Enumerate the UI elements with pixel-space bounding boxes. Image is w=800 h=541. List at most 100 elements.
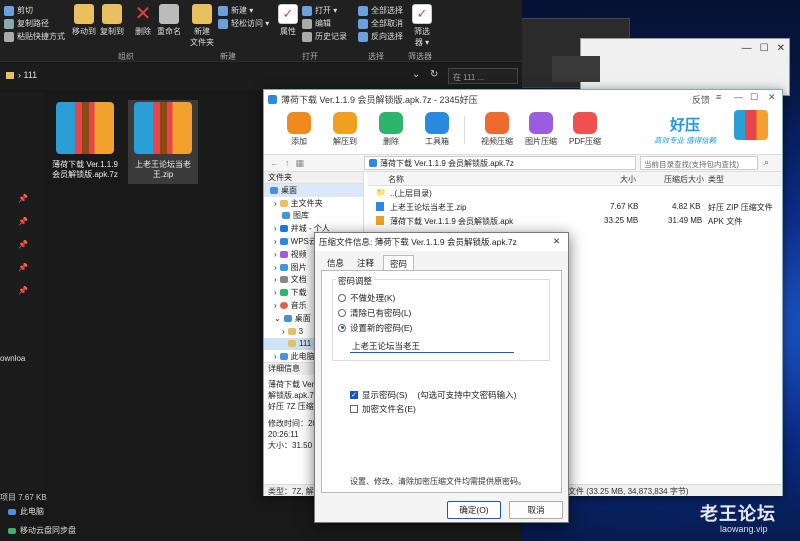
encrypt-filenames-checkbox[interactable]: 加密文件名(E) — [350, 402, 416, 415]
download-folder-icon — [279, 289, 288, 297]
archive-info-dialog[interactable]: 压缩文件信息: 薄荷下载 Ver.1.1.9 会员解锁版.apk.7z ✕ 信息… — [314, 232, 569, 523]
table-row[interactable]: 薄荷下载 Ver.1.1.9 会员解锁版.apk 33.25 MB 31.49 … — [368, 215, 782, 228]
nav-item-downloads[interactable]: ownloa — [0, 354, 25, 363]
background-browser-window[interactable]: — ☐ ✕ — [580, 38, 790, 96]
wps-cloud-icon — [279, 238, 288, 246]
archive-search-input[interactable]: 当前目录查找(支持包内查找) — [640, 156, 758, 170]
file-item-zip-selected[interactable]: 上老王论坛当老王.zip — [128, 100, 198, 184]
watermark-logo: 老王论坛 — [700, 504, 776, 524]
filter-group-label: 筛选器 — [408, 52, 432, 61]
computer-icon — [8, 508, 16, 515]
paste-shortcut-button[interactable]: 粘贴快捷方式 — [4, 30, 65, 43]
brand-logo-text: 好压 — [670, 117, 701, 134]
new-item-button[interactable]: 新建 ▾ — [218, 4, 269, 17]
properties-button[interactable]: ✓ 属性 — [278, 4, 298, 37]
delete-button[interactable]: 删除 — [370, 112, 412, 147]
extract-to-button[interactable]: 解压到 — [324, 112, 366, 147]
apk-file-icon — [376, 216, 384, 225]
radio-no-change[interactable]: 不做处理(K) — [338, 291, 395, 304]
select-none-button[interactable]: 全部取消 — [358, 17, 403, 30]
history-button[interactable]: 历史记录 — [302, 30, 347, 43]
tab-info[interactable]: 信息 — [321, 255, 350, 270]
tree-item-gallery[interactable]: 图库 — [264, 210, 363, 223]
radio-set-password[interactable]: 设置新的密码(E) — [338, 321, 412, 334]
breadcrumb[interactable]: › 111 — [18, 70, 37, 80]
pdf-compress-button[interactable]: PDF压缩 — [564, 112, 606, 147]
filter-check-icon: ✓ — [412, 4, 432, 24]
easy-access-button[interactable]: 轻松访问 ▾ — [218, 17, 269, 30]
folder-tree-header: 文件夹 — [264, 172, 363, 184]
edit-button[interactable]: 编辑 — [302, 17, 347, 30]
video-icon — [485, 112, 509, 134]
nav-item-this-pc[interactable]: 此电脑 — [8, 506, 44, 517]
copy-to-button[interactable]: 复制到 — [100, 4, 124, 37]
refresh-icon[interactable]: ↻ — [430, 69, 438, 80]
toolbar-divider — [464, 116, 465, 144]
dropdown-chevron-icon[interactable]: ⌄ — [412, 69, 420, 80]
feedback-link[interactable]: 反馈 — [692, 93, 710, 106]
column-size[interactable]: 大小 — [620, 174, 636, 185]
image-compress-button[interactable]: 图片压缩 — [520, 112, 562, 147]
radio-clear-password[interactable]: 清除已有密码(L) — [338, 306, 411, 319]
view-icon[interactable]: ▦ — [296, 158, 305, 169]
menu-icon[interactable]: ≡ — [716, 92, 721, 102]
dialog-titlebar: 压缩文件信息: 薄荷下载 Ver.1.1.9 会员解锁版.apk.7z ✕ — [315, 233, 568, 251]
close-icon[interactable]: ✕ — [553, 236, 560, 247]
file-item-7z[interactable]: 薄荷下载 Ver.1.1.9 会员解锁版.apk.7z — [50, 102, 120, 180]
tab-comment[interactable]: 注释 — [351, 255, 380, 270]
show-password-checkbox[interactable]: ✓ 显示密码(S) (勾选可支持中文密码输入) — [350, 388, 517, 401]
filter-button[interactable]: ✓ 筛选 器 ▾ — [412, 4, 432, 48]
open-button[interactable]: 打开 ▾ — [302, 4, 347, 17]
open-icon — [302, 5, 312, 16]
cancel-button[interactable]: 取消 — [509, 501, 563, 519]
tree-item-home[interactable]: › 主文件夹 — [264, 197, 363, 210]
search-icon[interactable]: ⌕ — [764, 157, 769, 168]
select-none-icon — [358, 18, 368, 29]
delete-x-icon: ✕ — [134, 3, 152, 25]
ok-button[interactable]: 确定(O) — [447, 501, 501, 519]
video-compress-button[interactable]: 视频压缩 — [476, 112, 518, 147]
invert-selection-button[interactable]: 反向选择 — [358, 30, 403, 43]
maximize-icon[interactable]: ☐ — [760, 43, 769, 54]
cut-button[interactable]: 剪切 — [4, 4, 65, 17]
table-row[interactable]: 📁 ..(上层目录) — [368, 187, 782, 200]
haozip-titlebar: 薄荷下载 Ver.1.1.9 会员解锁版.apk.7z - 2345好压 反馈 … — [264, 90, 782, 108]
recycle-icon — [379, 112, 403, 134]
minimize-icon[interactable]: — — [734, 92, 743, 102]
tab-password[interactable]: 密码 — [383, 255, 415, 270]
organize-group-label: 组织 — [118, 52, 134, 61]
dialog-title: 压缩文件信息: 薄荷下载 Ver.1.1.9 会员解锁版.apk.7z — [319, 237, 517, 247]
new-folder-button[interactable]: 新建 文件夹 — [190, 4, 214, 48]
rename-button[interactable]: 重命名 — [157, 4, 181, 37]
path-input[interactable]: 薄荷下载 Ver.1.1.9 会员解锁版.apk.7z — [364, 156, 636, 170]
column-name[interactable]: 名称 — [388, 174, 404, 185]
password-input[interactable]: 上老王论坛当老王 — [350, 339, 514, 353]
search-input[interactable]: 在 111 ... — [448, 68, 518, 84]
back-icon[interactable]: ← — [270, 158, 279, 168]
easy-access-icon — [218, 18, 228, 29]
maximize-icon[interactable]: ☐ — [750, 92, 758, 103]
table-row[interactable]: 上老王论坛当老王.zip 7.67 KB 4.82 KB 好压 ZIP 压缩文件 — [368, 201, 782, 214]
close-icon[interactable]: ✕ — [777, 43, 785, 54]
move-to-button[interactable]: 移动到 — [72, 4, 96, 37]
desktop-icon — [283, 314, 292, 322]
column-packed-size[interactable]: 压缩后大小 — [664, 174, 704, 185]
nav-item-cloud-sync[interactable]: 移动云盘同步盘 — [8, 525, 76, 536]
password-note: 设置、修改、清除加密压缩文件均需提供原密码。 — [350, 477, 526, 486]
picture-folder-icon — [279, 263, 288, 271]
properties-check-icon: ✓ — [278, 4, 298, 24]
tree-item-desktop[interactable]: 桌面 — [264, 184, 363, 197]
minimize-icon[interactable]: — — [742, 43, 752, 54]
add-button[interactable]: 添加 — [278, 112, 320, 147]
extract-icon — [333, 112, 357, 134]
toolbox-button[interactable]: 工具箱 — [416, 112, 458, 147]
address-bar-row: › 111 ⌄ ↻ 在 111 ... — [0, 64, 522, 90]
desktop-icon — [270, 186, 278, 194]
close-icon[interactable]: ✕ — [768, 92, 776, 103]
select-all-button[interactable]: 全部选择 — [358, 4, 403, 17]
delete-button[interactable]: ✕ 删除 — [133, 4, 153, 37]
up-icon[interactable]: ↑ — [285, 158, 290, 168]
copy-path-button[interactable]: 复制路径 — [4, 17, 65, 30]
file-list-header: 名称 大小 压缩后大小 类型 — [368, 172, 782, 186]
column-type[interactable]: 类型 — [708, 174, 724, 185]
